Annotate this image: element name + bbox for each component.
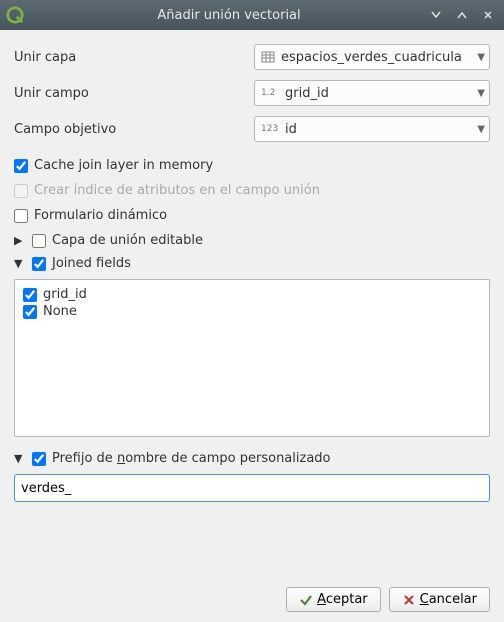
ok-button-label: Aceptar: [317, 592, 367, 607]
chevron-down-icon: ▼: [477, 124, 485, 135]
dialog-content: Unir capa espacios_verdes_cuadricula ▼ U…: [0, 30, 504, 622]
close-button[interactable]: [478, 5, 498, 25]
custom-prefix-section: ▼ Prefijo de nombre de campo personaliza…: [14, 451, 490, 466]
cache-join-row: Cache join layer in memory: [14, 158, 490, 173]
dynamic-form-label: Formulario dinámico: [34, 208, 167, 223]
editable-layer-checkbox[interactable]: [32, 234, 46, 248]
ok-button[interactable]: Aceptar: [286, 587, 380, 612]
qgis-app-icon: [6, 6, 24, 24]
minimize-button[interactable]: [426, 5, 446, 25]
create-index-label: Crear índice de atributos en el campo un…: [34, 183, 320, 198]
titlebar: Añadir unión vectorial: [0, 0, 504, 30]
create-index-row: Crear índice de atributos en el campo un…: [14, 183, 490, 198]
window-title: Añadir unión vectorial: [32, 8, 426, 23]
join-layer-combo[interactable]: espacios_verdes_cuadricula ▼: [254, 44, 490, 70]
target-field-row: Campo objetivo 123 id ▼: [14, 116, 490, 142]
field-item-label: None: [43, 304, 77, 319]
field-item-checkbox[interactable]: [23, 305, 37, 319]
dynamic-form-checkbox[interactable]: [14, 209, 28, 223]
cancel-button[interactable]: Cancelar: [389, 587, 490, 612]
dialog-buttons: Aceptar Cancelar: [14, 587, 490, 612]
join-field-value: grid_id: [285, 86, 473, 101]
joined-fields-label: Joined fields: [52, 256, 131, 271]
field-type-decimal-icon: 1.2: [261, 88, 279, 98]
join-field-combo[interactable]: 1.2 grid_id ▼: [254, 80, 490, 106]
join-layer-row: Unir capa espacios_verdes_cuadricula ▼: [14, 44, 490, 70]
chevron-down-icon: ▼: [477, 88, 485, 99]
custom-prefix-label: Prefijo de nombre de campo personalizado: [52, 451, 331, 466]
joined-fields-section: ▼ Joined fields: [14, 256, 490, 271]
dynamic-form-row: Formulario dinámico: [14, 208, 490, 223]
editable-layer-section: ▶ Capa de unión editable: [14, 233, 490, 248]
target-field-value: id: [285, 122, 473, 137]
maximize-button[interactable]: [452, 5, 472, 25]
list-item[interactable]: None: [23, 303, 481, 320]
cache-join-label: Cache join layer in memory: [34, 158, 213, 173]
field-type-integer-icon: 123: [261, 124, 279, 134]
editable-layer-label: Capa de unión editable: [52, 233, 203, 248]
list-item[interactable]: grid_id: [23, 286, 481, 303]
window-controls: [426, 5, 498, 25]
custom-prefix-input[interactable]: [14, 474, 490, 502]
expand-expanded-icon[interactable]: ▼: [14, 452, 26, 465]
custom-prefix-checkbox[interactable]: [32, 452, 46, 466]
target-field-label: Campo objetivo: [14, 122, 254, 137]
create-index-checkbox: [14, 184, 28, 198]
chevron-down-icon: ▼: [477, 52, 485, 63]
join-layer-label: Unir capa: [14, 50, 254, 65]
cancel-button-label: Cancelar: [420, 592, 477, 607]
target-field-combo[interactable]: 123 id ▼: [254, 116, 490, 142]
join-field-label: Unir campo: [14, 86, 254, 101]
ok-check-icon: [299, 593, 313, 607]
cache-join-checkbox[interactable]: [14, 159, 28, 173]
expand-expanded-icon[interactable]: ▼: [14, 257, 26, 270]
table-layer-icon: [261, 50, 275, 64]
field-item-checkbox[interactable]: [23, 288, 37, 302]
joined-fields-list[interactable]: grid_id None: [14, 279, 490, 437]
join-field-row: Unir campo 1.2 grid_id ▼: [14, 80, 490, 106]
cancel-x-icon: [402, 593, 416, 607]
expand-collapsed-icon[interactable]: ▶: [14, 234, 26, 247]
field-item-label: grid_id: [43, 287, 87, 302]
joined-fields-checkbox[interactable]: [32, 257, 46, 271]
join-layer-value: espacios_verdes_cuadricula: [281, 50, 473, 65]
